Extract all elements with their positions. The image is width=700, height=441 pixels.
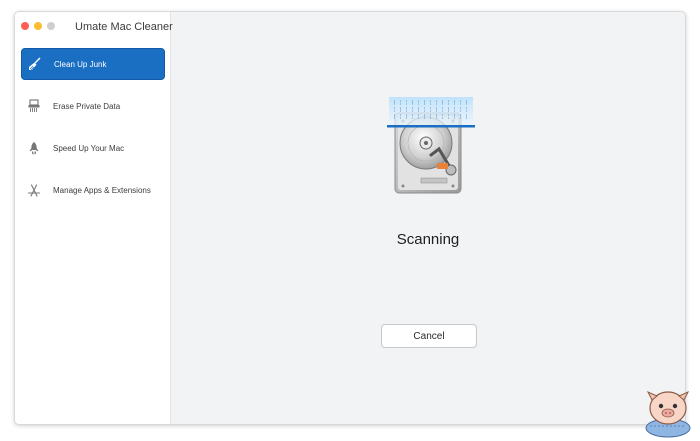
close-window-button[interactable] [21,22,29,30]
sidebar-item-speed-up-your-mac[interactable]: Speed Up Your Mac [21,132,165,164]
sidebar-item-label: Speed Up Your Mac [53,143,125,153]
sidebar-item-label: Manage Apps & Extensions [53,185,151,195]
sidebar-item-label: Erase Private Data [53,101,121,111]
cancel-button[interactable]: Cancel [381,324,477,348]
shredder-icon [27,99,41,113]
mascot-watermark-icon [640,386,696,438]
app-window: Umate Mac Cleaner Clean Up Junk Erase Pr… [14,11,686,425]
hard-drive-scan-icon: | ¦ ¦ | ¦ | ¦ ¦ | ¦ | ¦ | ¦ | ¦ ¦ | ¦ ¦ … [381,97,477,197]
app-title: Umate Mac Cleaner [75,21,173,33]
sidebar-item-manage-apps-extensions[interactable]: Manage Apps & Extensions [21,174,165,206]
main-panel: | ¦ ¦ | ¦ | ¦ ¦ | ¦ | ¦ | ¦ | ¦ ¦ | ¦ ¦ … [171,12,685,424]
scan-status-text: Scanning [396,231,460,248]
svg-text:| ¦ | ¦ ¦ | ¦ | ¦ ¦ | ¦ |: | ¦ | ¦ ¦ | ¦ | ¦ ¦ | ¦ | [393,114,468,120]
sidebar-item-clean-up-junk[interactable]: Clean Up Junk [21,48,165,80]
sidebar-nav: Clean Up Junk Erase Private Data Speed U… [15,48,171,216]
broom-icon [28,57,42,71]
zoom-window-button[interactable] [47,22,55,30]
sidebar-item-erase-private-data[interactable]: Erase Private Data [21,90,165,122]
sidebar: Umate Mac Cleaner Clean Up Junk Erase Pr… [15,12,173,424]
svg-text:| ¦ ¦ | ¦ | ¦ ¦ | ¦ | ¦ |: | ¦ ¦ | ¦ | ¦ ¦ | ¦ | ¦ | [393,100,468,106]
sidebar-item-label: Clean Up Junk [54,59,107,69]
rocket-icon [27,141,41,155]
svg-text:¦ | ¦ ¦ | ¦ ¦ | ¦ | ¦ ¦ ¦: ¦ | ¦ ¦ | ¦ ¦ | ¦ | ¦ ¦ ¦ [393,107,468,113]
app-store-icon [27,183,41,197]
window-controls [21,22,55,30]
minimize-window-button[interactable] [34,22,42,30]
